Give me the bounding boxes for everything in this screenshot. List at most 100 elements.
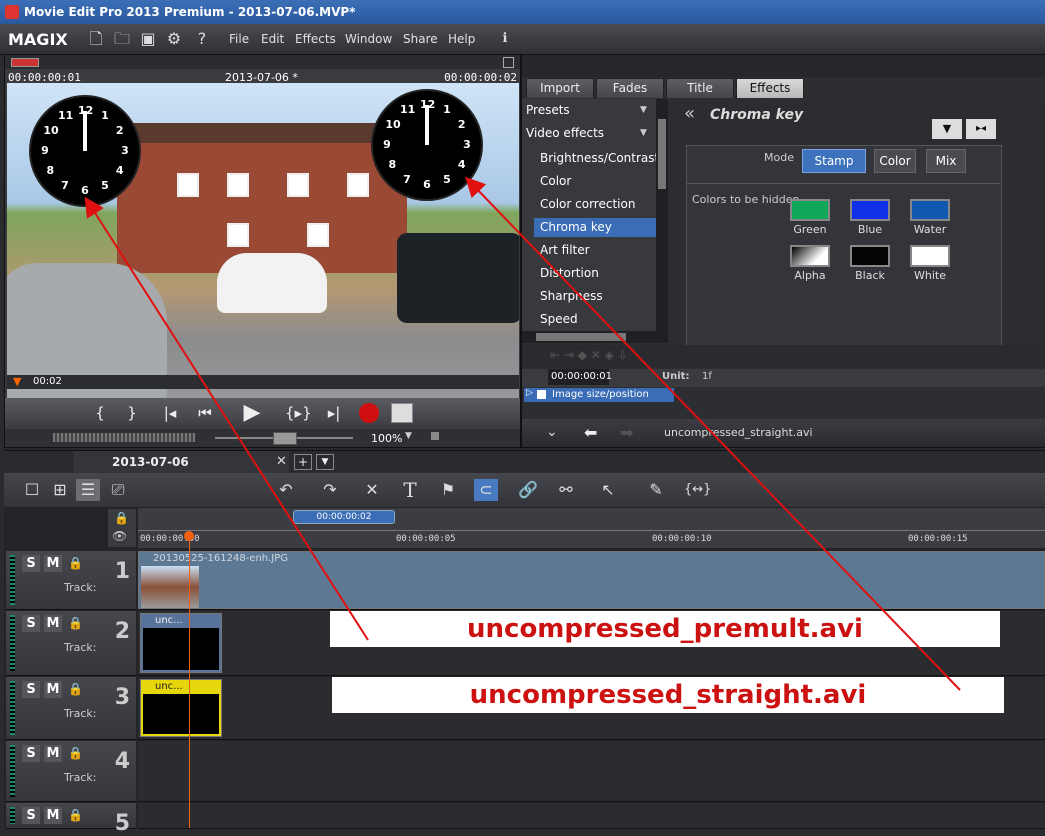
record-button[interactable] (359, 403, 379, 423)
effect-item[interactable]: Sharpness (534, 287, 658, 306)
mode-color-button[interactable]: Color (874, 149, 916, 173)
maximize-icon[interactable] (503, 57, 514, 68)
next-object-icon[interactable]: ➡ (620, 423, 633, 442)
color-swatch-water[interactable] (910, 199, 950, 221)
solo-button[interactable]: S (22, 681, 40, 698)
set-in-button[interactable]: { (87, 401, 113, 425)
effect-item[interactable]: Distortion (534, 264, 658, 283)
eye-icon[interactable]: 👁 (112, 529, 127, 543)
menu-effects[interactable]: Effects (295, 32, 336, 46)
next-marker-button[interactable]: ▸| (321, 401, 347, 425)
mute-button[interactable]: M (44, 807, 62, 824)
mixer-view-icon[interactable]: ⎚ (106, 479, 130, 501)
track-header-3[interactable]: S M 🔒 3 Track: (6, 677, 136, 740)
mute-button[interactable]: M (44, 681, 62, 698)
track-header-5[interactable]: S M 🔒 5 (6, 803, 136, 836)
tab-fades[interactable]: Fades (596, 78, 664, 98)
range-marker[interactable]: 00:00:00:02 (293, 510, 395, 524)
redo-icon[interactable]: ↷ (318, 479, 342, 501)
prev-object-icon[interactable]: ⬅ (584, 423, 597, 442)
timeline-view-icon[interactable]: ☰ (76, 479, 100, 501)
video-frame[interactable]: 121234567891011 121234567891011 (7, 83, 519, 425)
single-view-icon[interactable]: ☐ (20, 479, 44, 501)
video-effects-dropdown-icon[interactable]: ▼ (640, 128, 647, 138)
menu-edit[interactable]: Edit (261, 32, 284, 46)
keyframe-time[interactable]: 00:00:00:01 (548, 369, 612, 385)
effect-item[interactable]: Color correction (534, 195, 658, 214)
mute-button[interactable]: M (44, 555, 62, 572)
preview-scrubber[interactable]: ▼ 00:02 (7, 375, 519, 389)
effect-item[interactable]: Speed (534, 310, 658, 329)
dropdown-button[interactable]: ▼ (932, 119, 962, 139)
color-swatch-blue[interactable] (850, 199, 890, 221)
add-tab-button[interactable]: + (294, 454, 312, 470)
video-effects-item[interactable]: Video effects (526, 126, 604, 140)
play-button[interactable]: ▶ (239, 401, 265, 425)
new-file-icon[interactable]: 🗋 (86, 29, 106, 49)
storyboard-view-icon[interactable]: ⊞ (48, 479, 72, 501)
color-swatch-alpha[interactable] (790, 245, 830, 267)
zoom-slider-handle[interactable] (273, 432, 297, 445)
effect-item[interactable]: Chroma key (534, 218, 658, 237)
playhead-handle[interactable] (184, 531, 194, 541)
track-lock-icon[interactable]: 🔒 (68, 616, 83, 630)
title-tool-icon[interactable]: T (398, 479, 422, 501)
mute-button[interactable]: M (44, 615, 62, 632)
info-icon[interactable]: ℹ (495, 29, 515, 49)
mode-mix-button[interactable]: Mix (926, 149, 966, 173)
set-out-button[interactable]: } (119, 401, 145, 425)
effect-item[interactable]: Art filter (534, 241, 658, 260)
cursor-mode-icon[interactable]: ↖ (596, 479, 620, 501)
prev-marker-button[interactable]: |◂ (157, 401, 183, 425)
settings-gear-icon[interactable]: ⚙ (164, 29, 184, 49)
zoom-dropdown-icon[interactable]: ▼ (405, 431, 412, 441)
menu-share[interactable]: Share (403, 32, 438, 46)
save-icon[interactable]: ▣ (138, 29, 158, 49)
lock-icon[interactable]: 🔒 (114, 511, 129, 525)
tab-title[interactable]: Title (666, 78, 734, 98)
track-lock-icon[interactable]: 🔒 (68, 682, 83, 696)
delete-icon[interactable]: ✕ (360, 479, 384, 501)
close-tab-icon[interactable]: ✕ (276, 454, 287, 469)
zoom-value[interactable]: 100% (371, 432, 402, 445)
back-chevron-icon[interactable]: « (684, 103, 695, 124)
solo-button[interactable]: S (22, 615, 40, 632)
timeline-tab-name[interactable]: 2013-07-06 (112, 455, 189, 469)
track-lock-icon[interactable]: 🔒 (68, 746, 83, 760)
time-ruler[interactable]: 00:00:00:02 00:00:00:00 00:00:00:05 00:0… (138, 508, 1045, 548)
presets-item[interactable]: Presets (526, 103, 570, 117)
tab-import[interactable]: Import (526, 78, 594, 98)
play-range-button[interactable]: {▸} (285, 401, 312, 425)
solo-button[interactable]: S (22, 807, 40, 824)
fx-list-hscrollbar[interactable] (522, 331, 668, 343)
track-lock-icon[interactable]: 🔒 (68, 556, 83, 570)
solo-button[interactable]: S (22, 745, 40, 762)
menu-list-icon[interactable] (391, 403, 413, 423)
color-swatch-black[interactable] (850, 245, 890, 267)
track-header-1[interactable]: S M 🔒 1 Track: (6, 551, 136, 610)
color-swatch-white[interactable] (910, 245, 950, 267)
stereo-icon[interactable] (11, 58, 39, 67)
track-lock-icon[interactable]: 🔒 (68, 808, 83, 822)
to-start-button[interactable]: ⏮ (192, 401, 218, 425)
menu-window[interactable]: Window (345, 32, 392, 46)
tab-effects[interactable]: Effects (736, 78, 804, 98)
unit-value[interactable]: 1f (702, 371, 712, 382)
ungroup-icon[interactable]: ⚯ (554, 479, 578, 501)
presets-dropdown-icon[interactable]: ▼ (640, 105, 647, 115)
clip-video-3[interactable]: unc... (140, 679, 222, 737)
color-swatch-green[interactable] (790, 199, 830, 221)
help-cursor-icon[interactable]: ? (192, 29, 212, 49)
menu-help[interactable]: Help (448, 32, 475, 46)
mouse-mode-icon[interactable]: ⊂ (474, 479, 498, 501)
param-row-image-size[interactable]: ▷ Image size/position (524, 388, 674, 402)
fx-list-scrollbar[interactable] (656, 99, 668, 339)
track-header-4[interactable]: S M 🔒 4 Track: (6, 741, 136, 802)
marker-icon[interactable]: ⚑ (436, 479, 460, 501)
jog-wheel[interactable] (53, 433, 195, 442)
track-lane-1[interactable]: 20130525-161248-enh.JPG (138, 551, 1045, 610)
razor-icon[interactable]: ✎ (644, 479, 668, 501)
expand-icon[interactable]: ▷ (526, 388, 533, 398)
collapse-down-icon[interactable]: ⌄ (546, 424, 558, 440)
clip-photo[interactable]: 20130525-161248-enh.JPG (138, 551, 1045, 609)
